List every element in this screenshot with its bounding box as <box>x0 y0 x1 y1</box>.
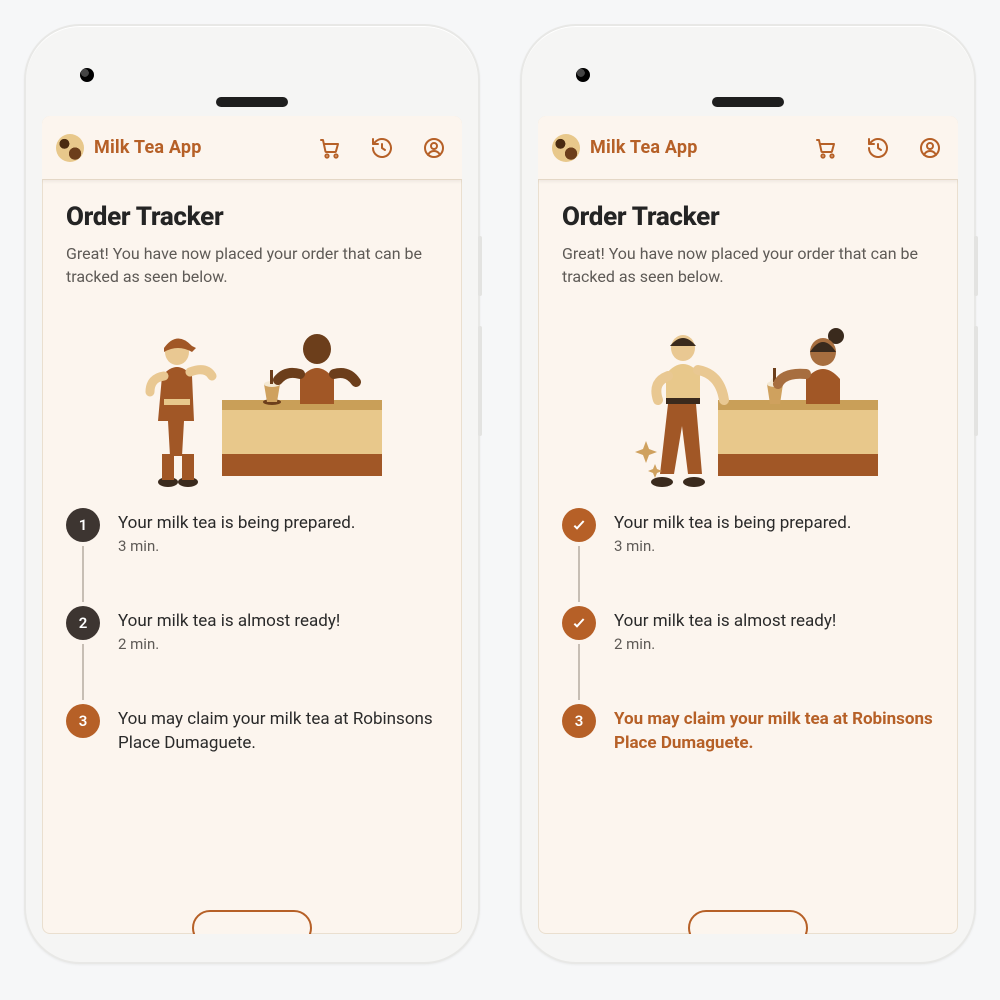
step-eta: 2 min. <box>118 635 340 653</box>
order-steps: 1 Your milk tea is being prepared. 3 min… <box>66 508 438 756</box>
camera-dot <box>576 68 590 82</box>
step-connector <box>82 644 84 700</box>
phone-sensors <box>42 42 462 116</box>
page-subtitle: Great! You have now placed your order th… <box>562 242 934 288</box>
account-icon[interactable] <box>916 134 944 162</box>
step-3: 3 You may claim your milk tea at Robinso… <box>66 704 438 756</box>
cart-icon[interactable] <box>316 134 344 162</box>
step-eta: 3 min. <box>118 537 355 555</box>
phone-mockup-ready: Milk Tea App Order Tracker Great! You ha… <box>520 24 976 964</box>
phone-sensors <box>538 42 958 116</box>
app-name: Milk Tea App <box>590 137 698 158</box>
app-name: Milk Tea App <box>94 137 202 158</box>
app-bar: Milk Tea App <box>42 116 462 180</box>
illustration-counter <box>66 304 438 494</box>
step-1: 1 Your milk tea is being prepared. 3 min… <box>66 508 438 606</box>
step-eta: 3 min. <box>614 537 851 555</box>
step-badge: 3 <box>66 704 100 738</box>
history-icon[interactable] <box>864 134 892 162</box>
step-2: Your milk tea is almost ready! 2 min. <box>562 606 934 704</box>
app-logo-icon <box>56 134 84 162</box>
page-content: Order Tracker Great! You have now placed… <box>42 180 462 756</box>
speaker-slot <box>712 97 784 107</box>
history-icon[interactable] <box>368 134 396 162</box>
app-bar: Milk Tea App <box>538 116 958 180</box>
phone-mockup-progress: Milk Tea App Order Tracker Great! You ha… <box>24 24 480 964</box>
account-icon[interactable] <box>420 134 448 162</box>
step-2: 2 Your milk tea is almost ready! 2 min. <box>66 606 438 704</box>
step-connector <box>578 644 580 700</box>
order-steps: Your milk tea is being prepared. 3 min. … <box>562 508 934 756</box>
bottom-button-peek[interactable] <box>688 910 808 934</box>
app-logo-icon <box>552 134 580 162</box>
cart-icon[interactable] <box>812 134 840 162</box>
check-icon <box>571 517 587 533</box>
step-1: Your milk tea is being prepared. 3 min. <box>562 508 934 606</box>
bottom-button-peek[interactable] <box>192 910 312 934</box>
step-title-active: You may claim your milk tea at Robinsons… <box>614 708 934 756</box>
step-badge-done <box>562 606 596 640</box>
step-title: You may claim your milk tea at Robinsons… <box>118 708 438 756</box>
camera-dot <box>80 68 94 82</box>
step-title: Your milk tea is being prepared. <box>118 512 355 536</box>
app-screen: Milk Tea App Order Tracker Great! You ha… <box>42 116 462 934</box>
step-badge: 1 <box>66 508 100 542</box>
speaker-slot <box>216 97 288 107</box>
check-icon <box>571 615 587 631</box>
step-3: 3 You may claim your milk tea at Robinso… <box>562 704 934 756</box>
step-title: Your milk tea is almost ready! <box>118 610 340 634</box>
step-connector <box>578 546 580 602</box>
step-title: Your milk tea is almost ready! <box>614 610 836 634</box>
page-title: Order Tracker <box>562 202 934 232</box>
step-connector <box>82 546 84 602</box>
app-screen: Milk Tea App Order Tracker Great! You ha… <box>538 116 958 934</box>
step-badge-done <box>562 508 596 542</box>
step-eta: 2 min. <box>614 635 836 653</box>
illustration-pickup <box>562 304 934 494</box>
page-title: Order Tracker <box>66 202 438 232</box>
step-badge: 3 <box>562 704 596 738</box>
step-badge: 2 <box>66 606 100 640</box>
step-title: Your milk tea is being prepared. <box>614 512 851 536</box>
page-content: Order Tracker Great! You have now placed… <box>538 180 958 756</box>
page-subtitle: Great! You have now placed your order th… <box>66 242 438 288</box>
